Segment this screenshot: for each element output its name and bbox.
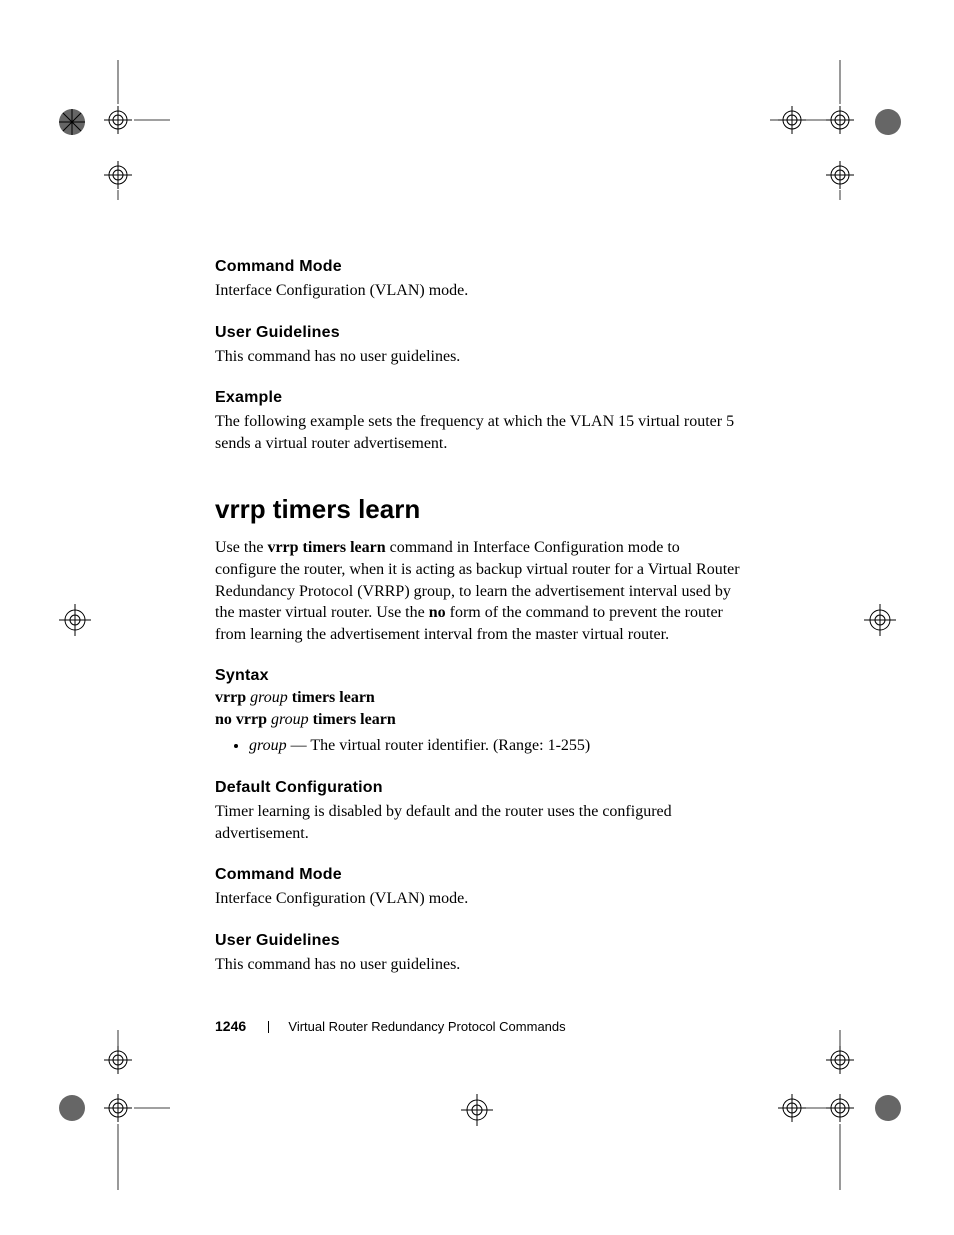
crop-mark-bottom-left	[50, 1030, 170, 1190]
reg-mark-left-mid	[55, 600, 95, 640]
syntax1-ital: group	[250, 689, 288, 706]
syntax2-bold2: timers learn	[309, 711, 396, 728]
syntax-line-2: no vrrp group timers learn	[215, 711, 745, 729]
text-user-guidelines-2: This command has no user guidelines.	[215, 954, 745, 976]
page-content: Command Mode Interface Configuration (VL…	[215, 258, 745, 977]
command-title: vrrp timers learn	[215, 494, 745, 525]
bullet-ital: group	[249, 737, 287, 754]
syntax2-ital: group	[271, 711, 309, 728]
syntax-bullet-list: group — The virtual router identifier. (…	[215, 735, 745, 757]
heading-user-guidelines-1: User Guidelines	[215, 324, 745, 342]
bullet-rest: — The virtual router identifier. (Range:…	[287, 737, 591, 754]
intro-bold-cmd: vrrp timers learn	[267, 539, 385, 556]
text-default-config: Timer learning is disabled by default an…	[215, 801, 745, 844]
crop-mark-bottom-right	[770, 1030, 920, 1190]
text-command-mode-2: Interface Configuration (VLAN) mode.	[215, 888, 745, 910]
syntax1-bold1: vrrp	[215, 689, 250, 706]
heading-command-mode-1: Command Mode	[215, 258, 745, 276]
heading-syntax: Syntax	[215, 667, 745, 685]
text-user-guidelines-1: This command has no user guidelines.	[215, 346, 745, 368]
heading-example: Example	[215, 389, 745, 407]
syntax1-bold2: timers learn	[288, 689, 375, 706]
syntax2-bold1: no vrrp	[215, 711, 271, 728]
reg-mark-bottom-center	[457, 1090, 497, 1130]
text-example: The following example sets the frequency…	[215, 411, 745, 454]
text-command-mode-1: Interface Configuration (VLAN) mode.	[215, 280, 745, 302]
syntax-bullet: group — The virtual router identifier. (…	[249, 735, 745, 757]
intro-bold-no: no	[429, 604, 446, 621]
heading-default-config: Default Configuration	[215, 779, 745, 797]
footer-section-title: Virtual Router Redundancy Protocol Comma…	[288, 1019, 565, 1034]
heading-command-mode-2: Command Mode	[215, 866, 745, 884]
crop-mark-top-right	[770, 60, 910, 200]
page-number: 1246	[215, 1018, 246, 1034]
crop-mark-top-left	[50, 60, 170, 200]
reg-mark-right-mid	[860, 600, 900, 640]
page-footer: 1246 Virtual Router Redundancy Protocol …	[215, 1018, 775, 1034]
syntax-line-1: vrrp group timers learn	[215, 689, 745, 707]
command-intro: Use the vrrp timers learn command in Int…	[215, 537, 745, 645]
footer-separator	[268, 1021, 269, 1033]
intro-pre: Use the	[215, 539, 267, 556]
heading-user-guidelines-2: User Guidelines	[215, 932, 745, 950]
